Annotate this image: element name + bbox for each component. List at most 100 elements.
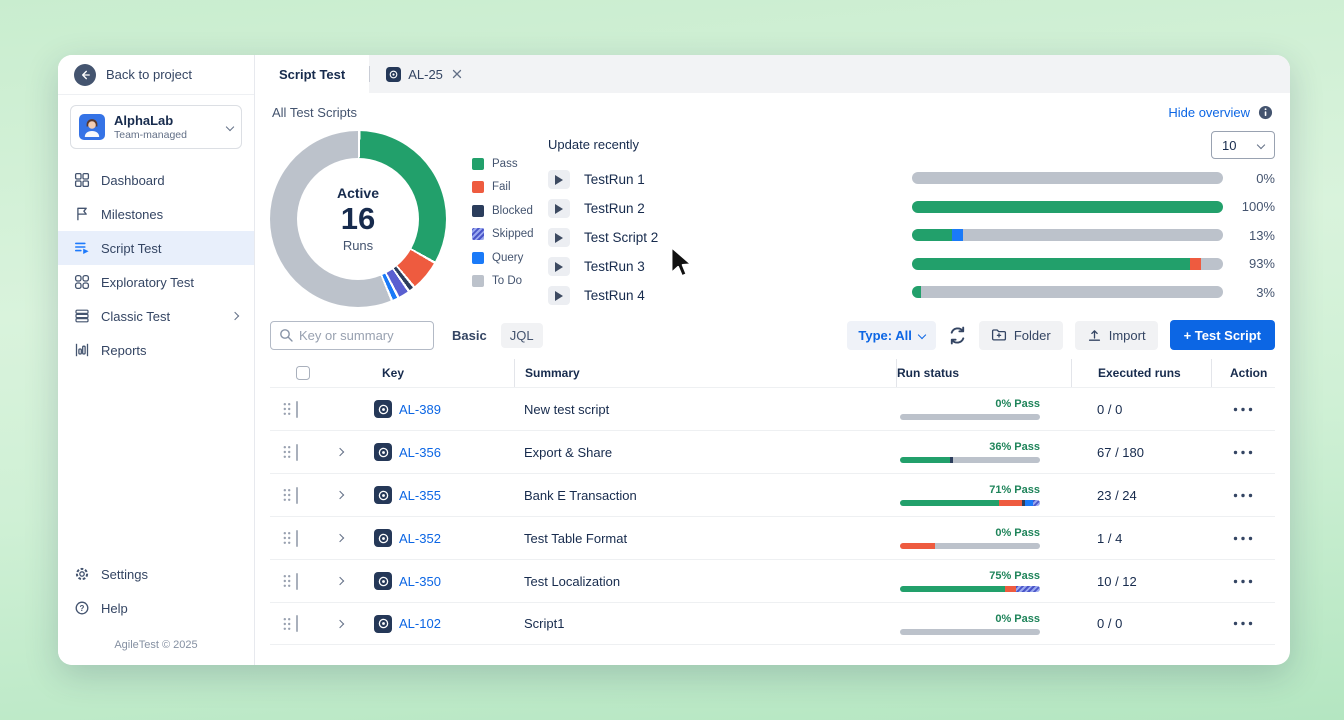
issue-key-link[interactable]: AL-352: [354, 529, 514, 547]
expand-chevron-icon[interactable]: [326, 449, 354, 455]
play-icon[interactable]: [548, 257, 570, 276]
play-icon[interactable]: [548, 228, 570, 247]
expand-chevron-icon[interactable]: [326, 578, 354, 584]
run-progress-bar: 13%: [912, 229, 1275, 241]
test-script-issue-icon: [374, 443, 392, 461]
grid-icon: [74, 274, 90, 290]
play-icon[interactable]: [548, 286, 570, 305]
drag-handle-icon[interactable]: [270, 445, 296, 459]
play-icon[interactable]: [548, 170, 570, 189]
row-checkbox[interactable]: [296, 401, 298, 418]
tab-script-test[interactable]: Script Test: [255, 55, 369, 93]
row-checkbox[interactable]: [296, 615, 298, 632]
summary-cell[interactable]: Export & Share: [514, 445, 896, 460]
project-name: AlphaLab: [114, 113, 218, 128]
more-actions-button[interactable]: [1211, 493, 1275, 498]
search-box[interactable]: [270, 321, 434, 350]
run-status-cell: 36% Pass: [896, 441, 1071, 463]
expand-chevron-icon[interactable]: [326, 621, 354, 627]
sidebar-item-label: Script Test: [101, 241, 161, 256]
sidebar-item-settings[interactable]: Settings: [58, 557, 254, 591]
jql-mode-toggle[interactable]: JQL: [501, 323, 543, 348]
tab-al-25[interactable]: AL-25: [370, 55, 478, 93]
summary-cell[interactable]: Test Localization: [514, 574, 896, 589]
sidebar-item-dashboard[interactable]: Dashboard: [58, 163, 254, 197]
folder-button[interactable]: Folder: [979, 321, 1063, 350]
sidebar-item-milestones[interactable]: Milestones: [58, 197, 254, 231]
row-checkbox[interactable]: [296, 487, 298, 504]
overview-section: Active 16 Runs Pass Fail Blocked Skipped…: [270, 131, 1275, 313]
page-size-select[interactable]: 10: [1211, 131, 1275, 159]
test-script-issue-icon: [374, 529, 392, 547]
issue-key-link[interactable]: AL-350: [354, 572, 514, 590]
project-avatar: [79, 114, 105, 140]
issue-key-link[interactable]: AL-389: [354, 400, 514, 418]
sidebar-item-classic-test[interactable]: Classic Test: [58, 299, 254, 333]
import-button[interactable]: Import: [1075, 321, 1158, 350]
expand-chevron-icon[interactable]: [326, 492, 354, 498]
issue-key-link[interactable]: AL-356: [354, 443, 514, 461]
recent-run-item[interactable]: TestRun 3: [548, 252, 912, 281]
status-legend: Pass Fail Blocked Skipped Query To Do: [472, 152, 534, 313]
test-script-issue-icon: [374, 486, 392, 504]
basic-mode-toggle[interactable]: Basic: [452, 328, 487, 343]
row-checkbox[interactable]: [296, 444, 298, 461]
sidebar-item-reports[interactable]: Reports: [58, 333, 254, 367]
row-checkbox[interactable]: [296, 573, 298, 590]
project-selector[interactable]: AlphaLab Team-managed: [70, 105, 242, 149]
recent-run-item[interactable]: TestRun 2: [548, 194, 912, 223]
drag-handle-icon[interactable]: [270, 488, 296, 502]
type-filter-dropdown[interactable]: Type: All: [847, 321, 935, 350]
play-icon[interactable]: [548, 199, 570, 218]
run-status-cell: 0% Pass: [896, 613, 1071, 635]
app-window: Back to project AlphaLab Team-managed Da…: [58, 55, 1290, 665]
page-title: All Test Scripts: [272, 105, 357, 120]
legend-item: Pass: [472, 152, 534, 176]
donut-center-sublabel: Runs: [343, 238, 373, 253]
close-icon[interactable]: [452, 69, 462, 79]
select-all-checkbox[interactable]: [296, 366, 310, 380]
more-actions-button[interactable]: [1211, 579, 1275, 584]
back-to-project[interactable]: Back to project: [58, 55, 254, 95]
test-script-issue-icon: [374, 615, 392, 633]
tab-strip: Script Test AL-25: [255, 55, 1290, 93]
hide-overview-link[interactable]: Hide overview: [1168, 105, 1250, 120]
summary-cell[interactable]: Script1: [514, 616, 896, 631]
issue-key-link[interactable]: AL-102: [354, 615, 514, 633]
drag-handle-icon[interactable]: [270, 574, 296, 588]
drag-handle-icon[interactable]: [270, 531, 296, 545]
add-test-script-button[interactable]: + Test Script: [1170, 320, 1275, 350]
sidebar-item-help[interactable]: ? Help: [58, 591, 254, 625]
sidebar-item-exploratory-test[interactable]: Exploratory Test: [58, 265, 254, 299]
sidebar-item-script-test[interactable]: Script Test: [58, 231, 254, 265]
sidebar-item-label: Exploratory Test: [101, 275, 194, 290]
issue-key-link[interactable]: AL-355: [354, 486, 514, 504]
row-checkbox[interactable]: [296, 530, 298, 547]
toolbar: Basic JQL Type: All Folder: [270, 319, 1275, 351]
sidebar-item-label: Classic Test: [101, 309, 170, 324]
search-input[interactable]: [299, 328, 425, 343]
recent-run-item[interactable]: TestRun 1: [548, 165, 912, 194]
executed-runs-cell: 23 / 24: [1071, 488, 1211, 503]
sidebar-item-label: Settings: [101, 567, 148, 582]
more-actions-button[interactable]: [1211, 536, 1275, 541]
back-arrow-icon[interactable]: [74, 64, 96, 86]
more-actions-button[interactable]: [1211, 450, 1275, 455]
drag-handle-icon[interactable]: [270, 617, 296, 631]
summary-cell[interactable]: New test script: [514, 402, 896, 417]
table-row: AL-355 Bank E Transaction 71% Pass 23 / …: [270, 473, 1275, 516]
copyright: AgileTest © 2025: [58, 639, 254, 651]
recent-run-item[interactable]: TestRun 4: [548, 281, 912, 310]
refresh-icon[interactable]: [948, 326, 967, 345]
recent-run-item[interactable]: Test Script 2: [548, 223, 912, 252]
script-test-icon: [74, 240, 90, 256]
summary-cell[interactable]: Bank E Transaction: [514, 488, 896, 503]
summary-cell[interactable]: Test Table Format: [514, 531, 896, 546]
info-icon[interactable]: [1258, 105, 1273, 120]
more-actions-button[interactable]: [1211, 621, 1275, 626]
more-actions-button[interactable]: [1211, 407, 1275, 412]
expand-chevron-icon[interactable]: [326, 535, 354, 541]
drag-handle-icon[interactable]: [270, 402, 296, 416]
run-progress-bar: 0%: [912, 172, 1275, 184]
help-icon: ?: [74, 600, 90, 616]
